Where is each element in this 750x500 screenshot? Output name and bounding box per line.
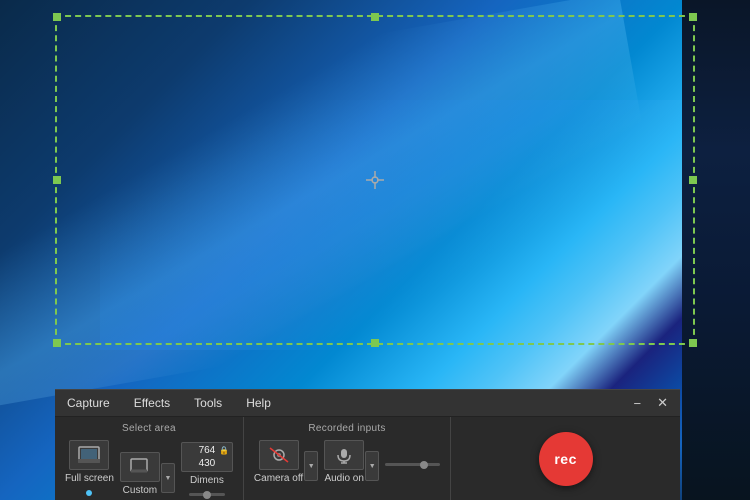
camera-button[interactable]: Camera off — [254, 440, 303, 484]
menu-effects[interactable]: Effects — [130, 394, 174, 412]
minimize-button[interactable]: − — [630, 396, 646, 411]
dimensions-width: 764 — [199, 445, 216, 456]
menubar: Capture Effects Tools Help − ✕ — [55, 390, 680, 417]
camera-arrow-box — [304, 451, 318, 481]
custom-button-group: Custom — [120, 452, 175, 496]
recorded-inputs-title: Recorded inputs — [308, 423, 385, 434]
dimensions-box[interactable]: 764 430 🔒 — [181, 442, 233, 472]
audio-arrow-box — [365, 451, 379, 481]
camera-icon-box — [259, 440, 299, 470]
volume-thumb[interactable] — [420, 461, 428, 469]
volume-slider[interactable] — [385, 463, 440, 466]
dimensions-label: Dimens — [190, 475, 224, 486]
recorded-inputs-section: Recorded inputs Camera off — [244, 417, 451, 500]
audio-label: Audio on — [324, 473, 363, 484]
dimensions-slider[interactable] — [189, 493, 225, 496]
audio-dropdown-arrow[interactable] — [365, 451, 379, 484]
dimensions-button[interactable]: 764 430 🔒 Dimens — [181, 442, 233, 496]
custom-icon-box — [120, 452, 160, 482]
audio-icon-box — [324, 440, 364, 470]
select-area-section: Select area Full screen — [55, 417, 244, 500]
close-button[interactable]: ✕ — [653, 395, 672, 411]
audio-button-group: Audio on — [324, 440, 379, 484]
controls-bar: Select area Full screen — [55, 417, 680, 500]
dimensions-height: 430 — [199, 458, 216, 469]
record-button[interactable]: rec — [539, 432, 593, 486]
toolbar-panel: Capture Effects Tools Help − ✕ Select ar… — [55, 389, 680, 500]
fullscreen-button[interactable]: Full screen — [65, 440, 114, 496]
camera-button-group: Camera off — [254, 440, 318, 484]
fullscreen-icon-box — [69, 440, 109, 470]
custom-dropdown-arrow[interactable] — [161, 463, 175, 496]
fullscreen-label: Full screen — [65, 473, 114, 484]
lock-icon: 🔒 — [219, 446, 229, 455]
rec-section: rec — [451, 417, 680, 500]
fullscreen-active-dot — [86, 490, 92, 496]
custom-button[interactable]: Custom — [120, 452, 160, 496]
camera-dropdown-arrow[interactable] — [304, 451, 318, 484]
custom-arrow-box — [161, 463, 175, 493]
menu-capture[interactable]: Capture — [63, 394, 114, 412]
audio-button[interactable]: Audio on — [324, 440, 364, 484]
select-area-title: Select area — [122, 423, 176, 434]
menu-help[interactable]: Help — [242, 394, 275, 412]
menu-tools[interactable]: Tools — [190, 394, 226, 412]
camera-label: Camera off — [254, 473, 303, 484]
custom-label: Custom — [123, 485, 157, 496]
